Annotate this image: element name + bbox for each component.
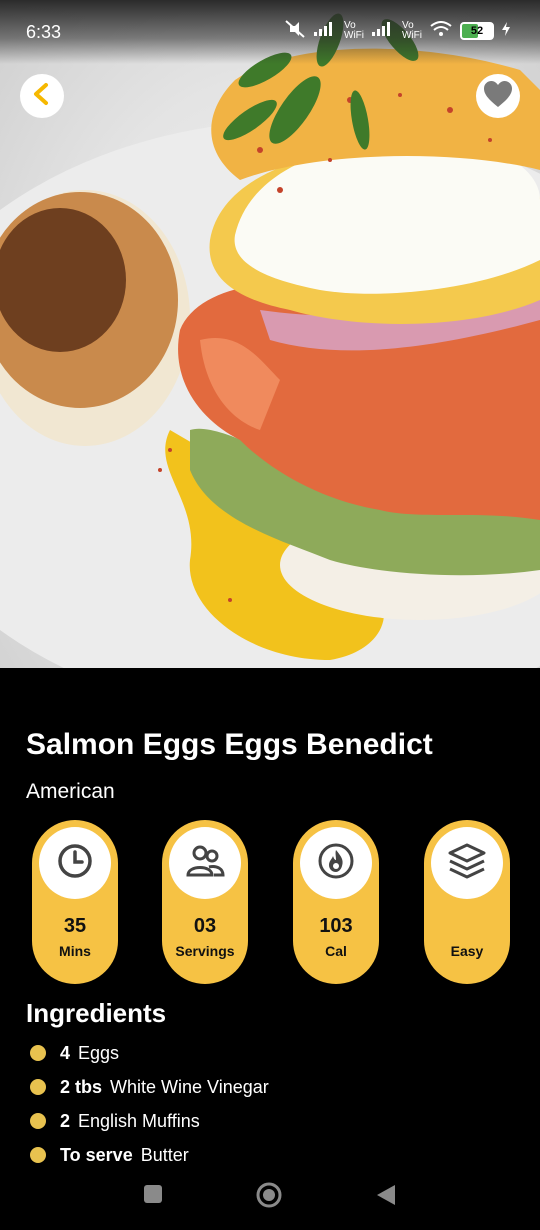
mute-icon — [284, 20, 306, 41]
ingredient-item: 4 Eggs — [30, 1036, 269, 1070]
ingredient-quantity: 2 — [60, 1110, 71, 1131]
vowifi-label-2: Vo WiFi — [402, 19, 422, 41]
recipe-title: Salmon Eggs Eggs Benedict — [26, 728, 433, 761]
recipe-hero-image — [0, 0, 540, 668]
home-button[interactable] — [256, 1182, 282, 1213]
clock-icon — [56, 842, 94, 885]
ingredient-item: 2 tbs White Wine Vinegar — [30, 1070, 269, 1104]
ingredient-quantity: 4 — [60, 1042, 71, 1063]
status-icons: Vo WiFi Vo WiFi 52 — [284, 20, 510, 41]
ingredient-item: 2 English Muffins — [30, 1104, 269, 1138]
stat-difficulty-label: Easy — [450, 943, 484, 959]
stat-calories-icon-circle — [300, 827, 372, 899]
stat-time-label: Mins — [59, 943, 91, 959]
status-bar: 6:33 Vo WiFi Vo WiFi 52 — [0, 0, 540, 64]
recents-button[interactable] — [143, 1184, 163, 1209]
ingredient-name: English Muffins — [78, 1110, 200, 1131]
bullet-icon — [30, 1079, 46, 1095]
ingredient-name: Eggs — [78, 1042, 120, 1063]
recipe-cuisine: American — [26, 780, 115, 803]
battery-percent: 52 — [470, 24, 484, 37]
signal-icon — [314, 22, 336, 39]
stat-calories-label: Cal — [325, 943, 347, 959]
stat-servings-value: 03 — [193, 915, 217, 937]
heart-icon — [483, 80, 513, 113]
stat-servings: 03 Servings — [162, 820, 248, 984]
bullet-icon — [30, 1147, 46, 1163]
people-icon — [185, 843, 225, 884]
stat-difficulty-icon-circle — [431, 827, 503, 899]
back-nav-button[interactable] — [376, 1184, 396, 1211]
ingredient-item: To serve Butter — [30, 1138, 269, 1172]
ingredient-quantity: 2 tbs — [60, 1076, 103, 1097]
charging-icon — [502, 22, 510, 39]
stat-servings-label: Servings — [175, 943, 235, 959]
layers-icon — [447, 842, 487, 885]
ingredients-heading: Ingredients — [26, 998, 167, 1028]
bullet-icon — [30, 1113, 46, 1129]
ingredients-list: 4 Eggs 2 tbs White Wine Vinegar 2 Englis… — [30, 1036, 269, 1172]
stat-time-value: 35 — [63, 915, 87, 937]
ingredient-quantity: To serve — [60, 1144, 133, 1165]
flame-icon — [317, 842, 355, 885]
stat-time: 35 Mins — [32, 820, 118, 984]
vowifi-label-1: Vo WiFi — [344, 19, 364, 41]
battery-icon: 52 — [460, 21, 494, 40]
stat-calories: 103 Cal — [293, 820, 379, 984]
stat-difficulty: Easy — [424, 820, 510, 984]
stat-time-icon-circle — [39, 827, 111, 899]
ingredient-name: Butter — [140, 1144, 189, 1165]
stat-calories-value: 103 — [319, 915, 353, 937]
ingredient-name: White Wine Vinegar — [110, 1076, 269, 1097]
system-nav-bar — [0, 1170, 540, 1230]
signal-icon-2 — [372, 22, 394, 39]
recipe-stats: 35 Mins 03 Servings 103 Cal Easy — [32, 820, 510, 984]
favorite-button[interactable] — [476, 74, 520, 118]
food-photo — [0, 13, 540, 668]
stat-servings-icon-circle — [169, 827, 241, 899]
bullet-icon — [30, 1045, 46, 1061]
chevron-left-icon — [30, 82, 54, 111]
back-button[interactable] — [20, 74, 64, 118]
status-time: 6:33 — [26, 22, 62, 42]
wifi-icon — [430, 21, 452, 40]
